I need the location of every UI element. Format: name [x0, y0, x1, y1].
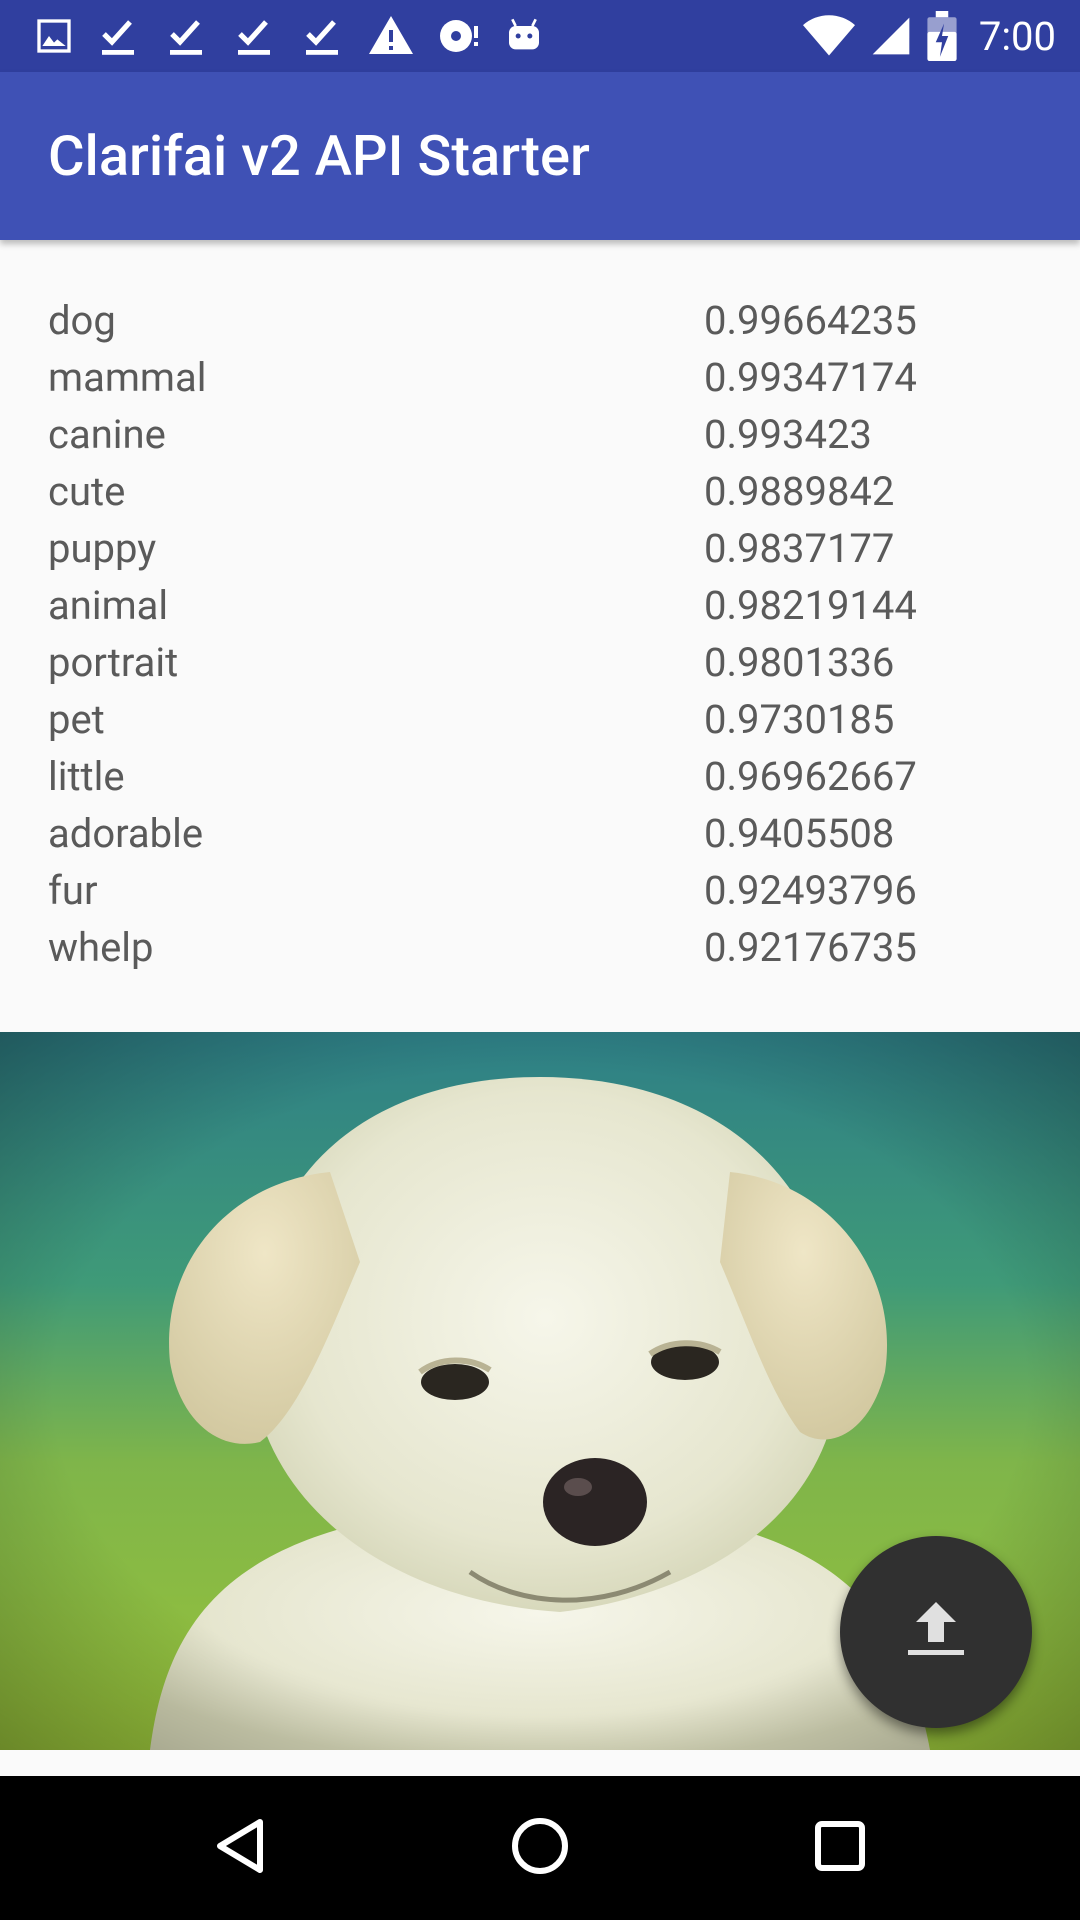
- concept-label: little: [48, 753, 125, 800]
- confidence-value: 0.9801336: [704, 639, 895, 686]
- confidence-value: 0.92176735: [704, 924, 917, 971]
- battery-icon: [927, 11, 957, 61]
- image-icon: [34, 16, 74, 56]
- confidence-value: 0.993423: [704, 411, 872, 458]
- predictions-viewport: dog 0.99664235 mammal 0.99347174 canine 0.993…: [0, 292, 1080, 1019]
- concept-label: puppy: [48, 525, 157, 572]
- check-icon: [94, 12, 142, 60]
- check-icon: [162, 12, 210, 60]
- notification-icons: [34, 12, 544, 60]
- disc-icon: [436, 12, 484, 60]
- prediction-row: puppy 0.9837177: [0, 520, 1080, 577]
- back-icon: [212, 1816, 268, 1880]
- confidence-value: 0.99347174: [704, 354, 917, 401]
- upload-button[interactable]: [840, 1536, 1032, 1728]
- confidence-value: 0.9889842: [704, 468, 895, 515]
- concept-label: mammal: [48, 354, 207, 401]
- android-icon: [504, 12, 544, 60]
- app-bar: Clarifai v2 API Starter: [0, 72, 1080, 240]
- prediction-row: little 0.96962667: [0, 748, 1080, 805]
- confidence-value: 0.9405508: [704, 810, 895, 857]
- concept-label: portrait: [48, 639, 179, 686]
- home-icon: [510, 1816, 570, 1880]
- confidence-value: 0.98219144: [704, 582, 917, 629]
- navigation-bar: [0, 1776, 1080, 1920]
- prediction-row: pet 0.9730185: [0, 691, 1080, 748]
- concept-label: dog: [48, 297, 116, 344]
- warning-icon: [366, 12, 416, 60]
- concept-label: adorable: [48, 810, 204, 857]
- clock: 7:00: [978, 12, 1056, 60]
- concept-label: animal: [48, 582, 169, 629]
- prediction-row: adorable 0.9405508: [0, 805, 1080, 862]
- prediction-row: whelp 0.92176735: [0, 919, 1080, 976]
- confidence-value: 0.9837177: [704, 525, 895, 572]
- prediction-row: cute 0.9889842: [0, 463, 1080, 520]
- recents-button[interactable]: [760, 1776, 920, 1920]
- home-button[interactable]: [460, 1776, 620, 1920]
- prediction-row: canine 0.993423: [0, 406, 1080, 463]
- confidence-value: 0.9730185: [704, 696, 895, 743]
- concept-label: pet: [48, 696, 105, 743]
- check-icon: [230, 12, 278, 60]
- prediction-row: animal 0.98219144: [0, 577, 1080, 634]
- concept-label: whelp: [48, 924, 154, 971]
- prediction-row: portrait 0.9801336: [0, 634, 1080, 691]
- check-icon: [298, 12, 346, 60]
- system-status: 7:00: [802, 0, 1056, 72]
- prediction-row: fur 0.92493796: [0, 862, 1080, 919]
- confidence-value: 0.96962667: [704, 753, 917, 800]
- confidence-value: 0.92493796: [704, 867, 917, 914]
- concept-label: cute: [48, 468, 126, 515]
- app-title: Clarifai v2 API Starter: [48, 123, 590, 189]
- signal-icon: [869, 14, 913, 58]
- concept-label: canine: [48, 411, 166, 458]
- prediction-row: dog 0.99664235: [0, 292, 1080, 349]
- prediction-row: mammal 0.99347174: [0, 349, 1080, 406]
- recents-icon: [814, 1820, 866, 1876]
- status-bar: 7:00: [0, 0, 1080, 72]
- back-button[interactable]: [160, 1776, 320, 1920]
- concept-label: fur: [48, 867, 98, 914]
- confidence-value: 0.99664235: [704, 297, 917, 344]
- upload-icon: [900, 1598, 972, 1666]
- wifi-icon: [802, 14, 855, 58]
- predictions-list[interactable]: dog 0.99664235 mammal 0.99347174 canine 0.993…: [0, 240, 1080, 1032]
